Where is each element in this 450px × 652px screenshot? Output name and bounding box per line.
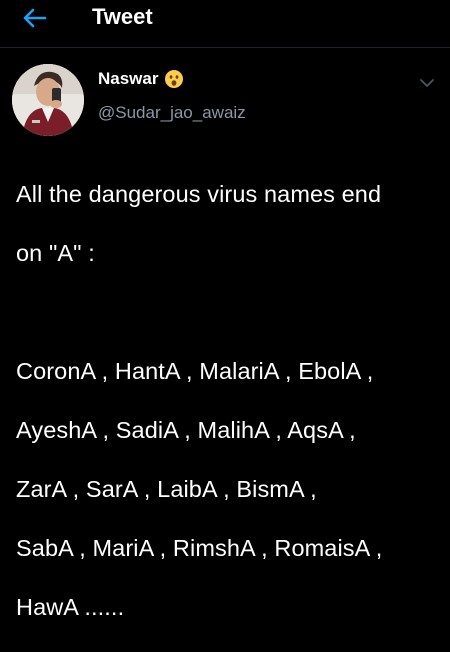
- tweet-text-line: CoronA , HantA , MalariA , EbolA ,: [16, 357, 374, 384]
- display-name[interactable]: Naswar: [98, 68, 158, 90]
- astonished-face-emoji-icon: [164, 69, 184, 89]
- author-name-row: Naswar: [98, 68, 184, 90]
- tweet-text-line: ZarA , SarA , LaibA , BismA ,: [16, 475, 317, 502]
- arrow-left-icon: [21, 7, 47, 29]
- page-title: Tweet: [92, 4, 153, 29]
- back-button[interactable]: [16, 3, 52, 33]
- tweet-text-line: SabA , MariA , RimshA , RomaisA ,: [16, 534, 383, 561]
- chevron-down-icon: [418, 76, 436, 90]
- tweet-text: All the dangerous virus names end on "A"…: [16, 150, 442, 652]
- top-bar: Tweet: [0, 0, 450, 48]
- tweet-text-line: on "A" :: [16, 239, 95, 266]
- tweet-text-line: HawA ......: [16, 593, 125, 620]
- avatar[interactable]: [12, 64, 84, 136]
- tweet-header: Naswar @Sudar_jao_awaiz: [0, 62, 450, 142]
- author-handle[interactable]: @Sudar_jao_awaiz: [98, 102, 246, 124]
- tweet-text-line: AyeshA , SadiA , MalihA , AqsA ,: [16, 416, 356, 443]
- tweet-options-button[interactable]: [418, 76, 436, 90]
- tweet-text-line: All the dangerous virus names end: [16, 180, 382, 207]
- tweet-text-line: [16, 298, 442, 328]
